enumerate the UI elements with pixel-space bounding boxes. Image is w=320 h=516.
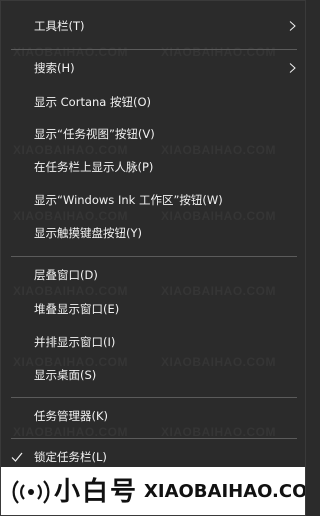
menu-separator [11, 397, 297, 398]
menu-separator [11, 256, 297, 257]
menu-item-show-windows-side-by-side[interactable]: 并排显示窗口(I) [1, 327, 305, 357]
chevron-right-icon [289, 21, 296, 31]
signal-waves-icon [12, 480, 50, 504]
watermark-banner: 小白号 XIAOBAIHAO.COM [1, 467, 306, 515]
menu-item-label: 工具栏(T) [34, 19, 85, 33]
menu-item-label: 堆叠显示窗口(E) [34, 302, 120, 316]
menu-item-label: 搜索(H) [34, 61, 75, 75]
menu-item-show-touch-keyboard-button[interactable]: 显示触摸键盘按钮(Y) [1, 218, 305, 248]
menu-item-label: 层叠窗口(D) [34, 268, 98, 282]
menu-item-label: 显示 Cortana 按钮(O) [34, 95, 152, 109]
menu-item-label: 显示“任务视图”按钮(V) [34, 127, 155, 141]
menu-item-show-people[interactable]: 在任务栏上显示人脉(P) [1, 152, 305, 182]
menu-item-label: 显示“Windows Ink 工作区”按钮(W) [34, 193, 223, 207]
menu-item-show-windows-ink-button[interactable]: 显示“Windows Ink 工作区”按钮(W) [1, 185, 305, 215]
menu-item-search[interactable]: 搜索(H) [1, 53, 305, 83]
brand-name-en: XIAOBAIHAO.COM [144, 481, 306, 502]
menu-item-show-desktop[interactable]: 显示桌面(S) [1, 360, 305, 390]
menu-item-show-cortana-button[interactable]: 显示 Cortana 按钮(O) [1, 87, 305, 117]
menu-item-toolbars[interactable]: 工具栏(T) [1, 11, 305, 41]
menu-item-label: 并排显示窗口(I) [34, 335, 116, 349]
menu-item-task-manager[interactable]: 任务管理器(K) [1, 401, 305, 431]
menu-item-label: 显示触摸键盘按钮(Y) [34, 226, 142, 240]
menu-separator [11, 49, 297, 50]
brand-name-cn: 小白号 [54, 477, 139, 507]
menu-item-show-task-view-button[interactable]: 显示“任务视图”按钮(V) [1, 119, 305, 149]
menu-item-cascade-windows[interactable]: 层叠窗口(D) [1, 260, 305, 290]
checkmark-icon [11, 452, 23, 462]
menu-item-show-windows-stacked[interactable]: 堆叠显示窗口(E) [1, 294, 305, 324]
menu-item-label: 显示桌面(S) [34, 368, 97, 382]
chevron-right-icon [289, 63, 296, 73]
menu-item-label: 在任务栏上显示人脉(P) [34, 160, 154, 174]
menu-separator [11, 438, 297, 439]
taskbar-context-menu: XIAOBAIHAO.COM XIAOBAIHAO.COM XIAOBAIHAO… [0, 0, 306, 516]
menu-item-label: 任务管理器(K) [34, 409, 109, 423]
